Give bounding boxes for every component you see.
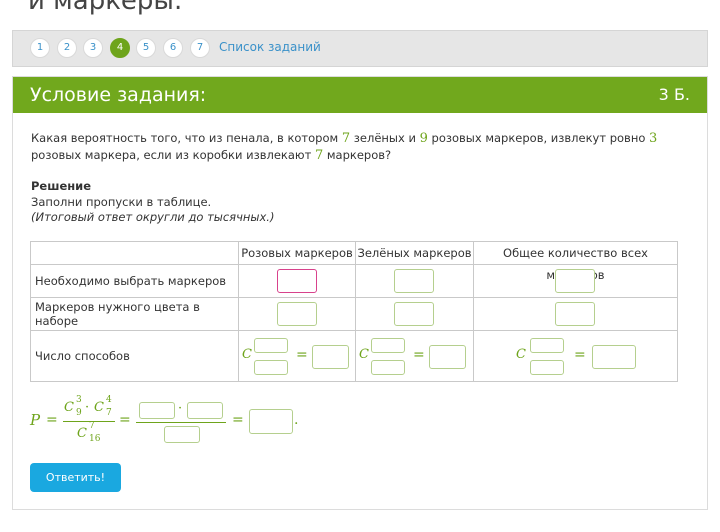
pink-ways-input[interactable] <box>312 345 349 369</box>
final-answer-input[interactable] <box>249 409 293 434</box>
superscript: 7 <box>89 421 95 431</box>
p-symbol: P <box>30 411 41 429</box>
row-label-ways: Число способов <box>30 330 239 382</box>
solution-instruction: Заполни пропуски в таблице. <box>31 195 212 209</box>
superscript: 4 <box>106 395 112 405</box>
pink-in-set-input[interactable] <box>277 302 317 326</box>
c-symbol: C <box>77 426 87 441</box>
step-7-button[interactable]: 7 <box>190 38 210 58</box>
step-1-button[interactable]: 1 <box>30 38 50 58</box>
total-comb-bottom-input[interactable] <box>530 360 564 375</box>
green-ways-input[interactable] <box>429 345 466 369</box>
table-cell <box>473 297 678 331</box>
numerator-factor-1-input[interactable] <box>139 402 175 419</box>
table-cell <box>473 264 678 298</box>
task-list-link[interactable]: Список заданий <box>219 40 321 54</box>
c-symbol: C <box>64 400 74 415</box>
green-in-set-input[interactable] <box>394 302 434 326</box>
step-6-button[interactable]: 6 <box>163 38 183 58</box>
question-part: Какая вероятность того, что из пенала, в… <box>31 131 342 145</box>
pink-comb-top-input[interactable] <box>254 338 288 353</box>
dot-sign: · <box>178 401 183 416</box>
step-3-button[interactable]: 3 <box>83 38 103 58</box>
table-cell <box>238 264 356 298</box>
submit-answer-button[interactable]: Ответить! <box>30 463 121 492</box>
equals-sign: = <box>119 412 131 428</box>
question-part: розовых маркера, если из коробки извлека… <box>31 148 315 162</box>
total-comb-top-input[interactable] <box>530 338 564 353</box>
table-cell <box>355 297 474 331</box>
denominator-input[interactable] <box>164 426 200 443</box>
row-label-to-pick: Необходимо выбрать маркеров <box>30 264 239 298</box>
table-cell <box>355 264 474 298</box>
number-pink: 9 <box>419 131 428 146</box>
number-total-pick: 7 <box>314 148 324 163</box>
fraction-bar <box>136 422 226 423</box>
step-4-button-current[interactable]: 4 <box>110 38 130 58</box>
table-cell: C = <box>473 330 678 382</box>
header-pink: Розовых маркеров <box>238 241 356 265</box>
total-to-pick-input[interactable] <box>555 269 595 293</box>
green-to-pick-input[interactable] <box>394 269 434 293</box>
task-navigation: 1 2 3 4 5 6 7 Список заданий <box>12 30 708 67</box>
question-part: маркеров? <box>323 148 392 162</box>
subscript: 16 <box>89 434 101 444</box>
green-comb-top-input[interactable] <box>371 338 405 353</box>
solution-note: (Итоговый ответ округли до тысячных.) <box>31 210 275 224</box>
combination-symbol: C <box>359 347 369 362</box>
pink-comb-bottom-input[interactable] <box>254 360 288 375</box>
c-symbol: C <box>94 400 104 415</box>
combination-symbol: C <box>242 347 252 362</box>
table-corner <box>30 241 239 265</box>
table-cell <box>238 297 356 331</box>
card-header: Условие задания: 3 Б. <box>13 77 707 113</box>
answer-table: Розовых маркеров Зелёных маркеров Общее … <box>30 241 678 382</box>
table-cell: C = <box>238 330 356 382</box>
equals-sign: = <box>413 347 425 363</box>
numerator-factor-2-input[interactable] <box>187 402 223 419</box>
dot-sign: · <box>85 400 90 415</box>
question-part: зелёных и <box>350 131 420 145</box>
number-green: 7 <box>341 131 351 146</box>
question-text: Какая вероятность того, что из пенала, в… <box>31 130 691 164</box>
card-points: 3 Б. <box>658 85 690 104</box>
pink-to-pick-input[interactable] <box>277 269 317 293</box>
card-title: Условие задания: <box>30 84 207 106</box>
total-ways-input[interactable] <box>592 345 636 369</box>
total-in-set-input[interactable] <box>555 302 595 326</box>
step-2-button[interactable]: 2 <box>57 38 77 58</box>
question-part: розовых маркеров, извлекут ровно <box>427 131 650 145</box>
superscript: 3 <box>76 395 82 405</box>
solution-heading: Решение <box>31 179 92 193</box>
header-green: Зелёных маркеров <box>355 241 474 265</box>
green-comb-bottom-input[interactable] <box>371 360 405 375</box>
equals-sign: = <box>46 412 58 428</box>
equals-sign: = <box>232 412 244 428</box>
number-pick-pink: 3 <box>649 131 658 146</box>
page-heading: й маркеры. <box>28 0 183 16</box>
header-total: Общее количество всех маркеров <box>473 241 678 282</box>
equals-sign: = <box>296 347 308 363</box>
table-cell: C = <box>355 330 474 382</box>
period: . <box>294 412 299 428</box>
subscript: 7 <box>106 408 112 418</box>
step-5-button[interactable]: 5 <box>136 38 156 58</box>
combination-symbol: C <box>516 347 526 362</box>
row-label-in-set: Маркеров нужного цвета в наборе <box>30 297 239 331</box>
equals-sign: = <box>574 347 586 363</box>
subscript: 9 <box>76 408 82 418</box>
